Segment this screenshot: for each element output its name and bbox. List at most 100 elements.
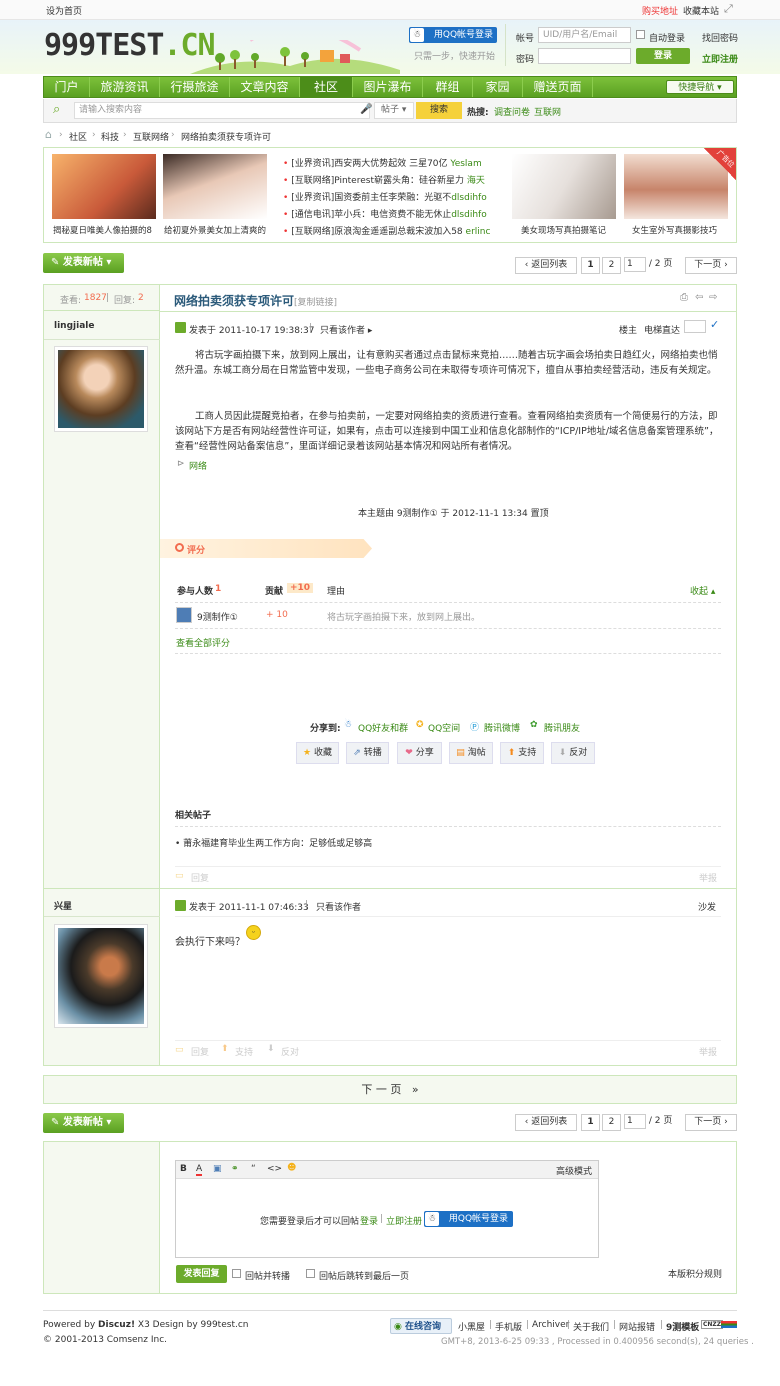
new-post-button[interactable]: ✎ 发表新帖 ▾ [43,253,124,273]
post2-only-author-link[interactable]: 只看该作者 [316,900,361,913]
share-tencent-friends[interactable]: 腾讯朋友 [544,721,580,734]
news-item[interactable]: • [互联网络]原浪淘金遥遥副总裁宋波加入58 erlinc [283,224,495,237]
next-page-button[interactable]: 下一页 › [685,257,737,274]
font-color-button[interactable]: A [196,1164,203,1176]
nav-item-home[interactable]: 家园 [473,77,523,97]
submit-reply-button[interactable]: 发表回复 [176,1265,227,1283]
bold-button[interactable]: B [180,1164,187,1174]
footer-link-about[interactable]: 关于我们 [573,1320,609,1333]
news-item[interactable]: • [业界资讯]西安两大优势起效 三星70亿 Yeslam [283,156,495,169]
nav-item-community[interactable]: 社区 [300,77,353,97]
nav-item-travel-photo[interactable]: 行摄旅途 [160,77,230,97]
repost-button[interactable]: ⇗ 转播 [346,742,389,764]
breadcrumb-tech[interactable]: 科技 [101,130,119,143]
cnzz-badge[interactable]: CNZZ [701,1320,724,1329]
footer-link-archiver[interactable]: Archiver [532,1320,569,1330]
qq-login-button[interactable]: ☃ 用QQ帐号登录 [409,27,497,43]
new-post-button-bottom[interactable]: ✎ 发表新帖 ▾ [43,1113,124,1133]
post2-author[interactable]: 兴星 [54,899,72,912]
editor-register-link[interactable]: 立即注册 [386,1214,422,1227]
prev-thread-icon[interactable]: ⇦ [695,292,703,303]
password-input[interactable] [538,48,631,64]
back-to-list-button-bottom[interactable]: ‹ 返回列表 [515,1114,577,1131]
nav-item-image-waterfall[interactable]: 图片瀑布 [353,77,423,97]
nav-item-travel-info[interactable]: 旅游资讯 [90,77,160,97]
related-item[interactable]: • 莆永福建育毕业生两工作方向：足够低或足够高 [175,836,372,849]
quote-icon[interactable]: “ [251,1164,256,1174]
nav-item-articles[interactable]: 文章内容 [230,77,300,97]
share-tencent-weibo[interactable]: 腾讯微博 [484,721,520,734]
fullscreen-icon[interactable]: ⤢ [724,2,733,16]
view-all-ratings-link[interactable]: 查看全部评分 [176,636,230,649]
footer-link-blackroom[interactable]: 小黑屋 [458,1320,485,1333]
taotie-button[interactable]: ▤ 淘帖 [449,742,493,764]
news-item[interactable]: • [业界资讯]国资委前主任李荣融：光驱不dlsdihfo [283,190,495,203]
next-page-bar[interactable]: 下 一 页 » [43,1075,737,1104]
collapse-rating-link[interactable]: 收起 ▴ [690,584,715,597]
repost-checkbox[interactable] [232,1269,241,1278]
search-input[interactable]: 请输入搜索内容 [74,102,370,119]
feature-caption-4[interactable]: 女生室外写真摄影技巧 [632,224,717,236]
page-jump-input-bottom[interactable]: 1 [624,1114,646,1129]
login-button[interactable]: 登录 [636,48,690,64]
share-button[interactable]: ❤ 分享 [397,742,442,764]
feature-caption-1[interactable]: 揭秘夏日唯美人像拍摄的8 [53,224,152,236]
post2-oppose-link[interactable]: 反对 [281,1045,299,1058]
page-1-button[interactable]: 1 [581,257,600,274]
support-button[interactable]: ⬆ 支持 [500,742,544,764]
jump-last-checkbox[interactable] [306,1269,315,1278]
footer-link-template[interactable]: 9测模板 [666,1320,699,1333]
footer-link-mobile[interactable]: 手机版 [495,1320,522,1333]
online-consult-button[interactable]: ◉ 在线咨询 [390,1318,452,1334]
emoji-icon[interactable]: ☻ [287,1163,296,1173]
print-icon[interactable]: ⎙ [680,292,688,303]
feature-caption-2[interactable]: 给初夏外景美女加上清爽的 [164,224,266,236]
news-item[interactable]: • [通信电讯]苹小兵：电信资费不能无休止dlsdihfo [283,207,495,220]
account-input[interactable]: UID/用户名/Email [538,27,631,43]
breadcrumb-internet[interactable]: 互联网络 [133,130,169,143]
feature-caption-3[interactable]: 美女现场写真拍摄笔记 [521,224,606,236]
report-link[interactable]: 举报 [699,871,717,884]
hot-search-internet[interactable]: 互联网 [534,105,561,118]
post2-report-link[interactable]: 举报 [699,1045,717,1058]
page-2-button[interactable]: 2 [602,257,621,274]
page-jump-input[interactable]: 1 [624,257,646,272]
favorite-button[interactable]: ★ 收藏 [296,742,339,764]
bookmark-link[interactable]: 收藏本站 [683,4,719,17]
rater-avatar[interactable] [176,607,192,623]
page-2-button-bottom[interactable]: 2 [602,1114,621,1131]
editor-qq-login-button[interactable]: ☃ 用QQ帐号登录 [424,1211,513,1227]
post2-reply-link[interactable]: 回复 [191,1045,209,1058]
share-qzone[interactable]: QQ空间 [428,721,460,734]
set-home-link[interactable]: 设为首页 [46,4,82,17]
breadcrumb-community[interactable]: 社区 [69,130,87,143]
buy-address-link[interactable]: 购买地址 [642,4,678,17]
next-page-button-bottom[interactable]: 下一页 › [685,1114,737,1131]
advanced-mode-link[interactable]: 高级模式 [556,1164,592,1177]
share-qq-friends[interactable]: QQ好友和群 [358,721,408,734]
rater-name[interactable]: 9测制作① [197,610,238,623]
discuz-link[interactable]: Discuz! [98,1320,135,1330]
home-icon[interactable]: ⌂ [45,128,52,141]
register-link[interactable]: 立即注册 [702,52,738,65]
oppose-button[interactable]: ⬇ 反对 [551,742,595,764]
page-1-button-bottom[interactable]: 1 [581,1114,600,1131]
avatar[interactable] [54,346,148,432]
post-tag[interactable]: 网络 [189,459,207,472]
hot-search-survey[interactable]: 调查问卷 [494,105,530,118]
find-password-link[interactable]: 找回密码 [702,31,738,44]
quick-nav-button[interactable]: 快捷导航 ▾ [666,80,734,94]
floor-jump-input[interactable] [684,320,706,333]
feature-image-3[interactable] [512,154,616,219]
nav-item-portal[interactable]: 门户 [44,77,90,97]
search-type-select[interactable]: 帖子 ▾ [374,102,414,119]
next-thread-icon[interactable]: ⇨ [709,292,717,303]
auto-login-checkbox[interactable] [636,30,645,39]
nav-item-groups[interactable]: 群组 [423,77,473,97]
nav-item-gift[interactable]: 赠送页面 [523,77,593,97]
news-item[interactable]: • [互联网络]Pinterest崭露头角：硅谷新星力 海天 [283,173,495,186]
feature-image-1[interactable] [52,154,156,219]
editor-login-link[interactable]: 登录 [360,1214,378,1227]
link-icon[interactable]: ⚭ [231,1164,239,1174]
reply-link[interactable]: 回复 [191,871,209,884]
